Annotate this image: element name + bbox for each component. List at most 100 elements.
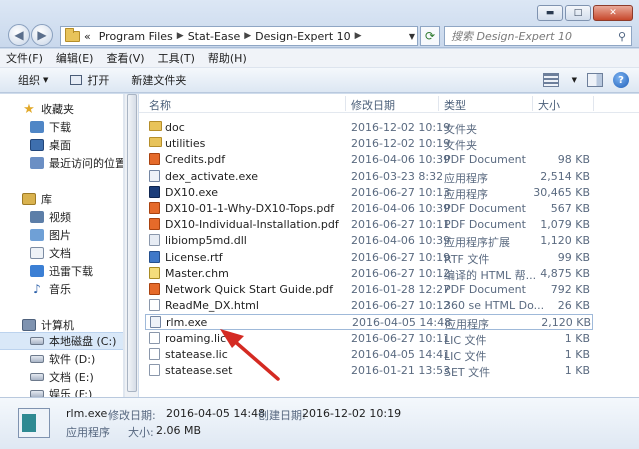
search-input[interactable]: 搜索 Design-Expert 10: [451, 28, 613, 44]
column-type[interactable]: 类型: [444, 97, 466, 113]
search-box[interactable]: 搜索 Design-Expert 10 ⚲: [444, 26, 632, 46]
file-name: statease.lic: [165, 347, 228, 361]
file-name: libiomp5md.dll: [165, 234, 247, 248]
column-date[interactable]: 修改日期: [351, 97, 395, 113]
chevron-down-icon[interactable]: ▼: [572, 76, 577, 84]
nav-videos[interactable]: 视频: [30, 208, 71, 226]
close-button[interactable]: ✕: [593, 5, 633, 21]
organize-label: 组织: [18, 74, 40, 87]
nav-drive-e[interactable]: 文档 (E:): [30, 368, 94, 386]
column-divider[interactable]: [438, 96, 439, 111]
file-date: 2016-06-27 10:19: [351, 250, 451, 264]
nav-downloads[interactable]: 下载: [30, 118, 71, 136]
nav-desktop[interactable]: 桌面: [30, 136, 71, 154]
file-row[interactable]: rlm.exe 2016-04-05 14:48 应用程序 2,120 KB: [145, 314, 593, 331]
open-button[interactable]: 打开: [70, 72, 109, 88]
forward-button[interactable]: ▶: [31, 24, 53, 46]
back-button[interactable]: ◀: [8, 24, 30, 46]
help-icon[interactable]: ?: [613, 72, 629, 88]
file-row[interactable]: libiomp5md.dll 2016-04-06 10:39 应用程序扩展 1,12…: [145, 233, 593, 249]
pdf-file-icon: [149, 283, 160, 295]
navigation-pane: ★ 收藏夹 下载 桌面 最近访问的位置 库 视频 图片 文档 迅雷下载 ♪ 音乐…: [0, 94, 124, 397]
address-bar[interactable]: « Program Files ▶ Stat-Ease ▶ Design-Exp…: [60, 26, 418, 46]
picture-icon: [30, 229, 44, 241]
maximize-button[interactable]: □: [565, 5, 591, 21]
file-row[interactable]: DX10-Individual-Installation.pdf 2016-06-…: [145, 217, 593, 233]
nav-label: 迅雷下载: [49, 265, 93, 278]
pdf-file-icon: [149, 153, 160, 166]
file-row[interactable]: doc 2016-12-02 10:19 文件夹: [145, 120, 593, 136]
download-folder-icon: [30, 121, 44, 133]
column-divider[interactable]: [532, 96, 533, 111]
column-name[interactable]: 名称: [149, 97, 171, 113]
column-divider[interactable]: [593, 96, 594, 111]
file-row[interactable]: DX10-01-1-Why-DX10-Tops.pdf 2016-04-06 10…: [145, 201, 593, 217]
breadcrumb-stat-ease[interactable]: Stat-Ease: [188, 30, 241, 43]
breadcrumb-separator-icon[interactable]: ▶: [177, 31, 184, 41]
file-row[interactable]: roaming.lic 2016-06-27 10:11 LIC 文件 1 KB: [145, 331, 593, 347]
file-date: 2016-03-23 8:32: [351, 169, 444, 183]
column-divider[interactable]: [345, 96, 346, 111]
file-size: 2,120 KB: [541, 316, 591, 330]
menu-tools[interactable]: 工具(T): [158, 50, 195, 66]
search-icon[interactable]: ⚲: [613, 30, 631, 43]
nav-thunder[interactable]: 迅雷下载: [30, 262, 93, 280]
exe-file-icon: [149, 169, 160, 182]
nav-music[interactable]: ♪ 音乐: [30, 280, 71, 298]
new-folder-button[interactable]: 新建文件夹: [131, 72, 186, 88]
column-header: 名称 修改日期 类型 大小: [139, 94, 639, 113]
file-type: SET 文件: [444, 366, 491, 379]
nav-pictures[interactable]: 图片: [30, 226, 71, 244]
file-list: 名称 修改日期 类型 大小 doc 2016-12-02 10:19 文件夹 util…: [139, 94, 639, 397]
view-options-icon[interactable]: [542, 73, 559, 87]
file-row[interactable]: statease.lic 2016-04-05 14:41 LIC 文件 1 KB: [145, 347, 593, 363]
breadcrumb-separator-icon[interactable]: ▶: [244, 31, 251, 41]
breadcrumb-design-expert[interactable]: Design-Expert 10: [255, 30, 351, 43]
nav-drive-c[interactable]: 本地磁盘 (C:): [0, 332, 123, 350]
column-size[interactable]: 大小: [538, 97, 560, 113]
file-size: 2,514 KB: [540, 169, 590, 183]
file-row[interactable]: ReadMe_DX.html 2016-06-27 10:12 360 se HTM…: [145, 298, 593, 314]
nav-favorites[interactable]: ★ 收藏夹: [22, 100, 74, 118]
minimize-button[interactable]: ▬: [537, 5, 563, 21]
chm-file-icon: [149, 266, 160, 279]
scrollbar-thumb[interactable]: [127, 94, 137, 392]
file-row[interactable]: dex_activate.exe 2016-03-23 8:32 应用程序 2,514…: [145, 169, 593, 185]
breadcrumb-separator-icon[interactable]: ▶: [355, 31, 362, 41]
nav-drive-d[interactable]: 软件 (D:): [30, 350, 95, 368]
file-row[interactable]: statease.set 2016-01-21 13:53 SET 文件 1 KB: [145, 363, 593, 379]
file-date: 2016-04-06 10:39: [351, 153, 451, 167]
refresh-button[interactable]: ⟳: [420, 26, 440, 46]
address-dropdown-button[interactable]: ▼: [406, 27, 418, 45]
menu-view[interactable]: 查看(V): [106, 50, 144, 66]
detail-modified-label: 修改日期:: [108, 409, 156, 422]
file-row[interactable]: Master.chm 2016-06-27 10:12 编译的 HTML 帮... 4…: [145, 266, 593, 282]
preview-pane-icon[interactable]: [587, 73, 603, 87]
file-row[interactable]: Credits.pdf 2016-04-06 10:39 PDF Document 9…: [145, 152, 593, 168]
file-row[interactable]: DX10.exe 2016-06-27 10:13 应用程序 30,465 KB: [145, 185, 593, 201]
drive-icon: [30, 390, 44, 397]
navigation-scrollbar[interactable]: [124, 94, 138, 397]
nav-documents[interactable]: 文档: [30, 244, 71, 262]
thunder-download-icon: [30, 265, 44, 277]
file-row[interactable]: utilities 2016-12-02 10:19 文件夹: [145, 136, 593, 152]
breadcrumb-program-files[interactable]: Program Files: [99, 30, 173, 43]
menu-file[interactable]: 文件(F): [6, 50, 43, 66]
file-name: DX10-Individual-Installation.pdf: [165, 218, 339, 232]
file-row[interactable]: Network Quick Start Guide.pdf 2016-01-28 …: [145, 282, 593, 298]
menu-bar: 文件(F) 编辑(E) 查看(V) 工具(T) 帮助(H): [0, 49, 639, 68]
nav-libraries[interactable]: 库: [22, 190, 52, 208]
organize-button[interactable]: 组织 ▼: [18, 72, 48, 88]
breadcrumb-overflow[interactable]: «: [84, 30, 91, 43]
menu-edit[interactable]: 编辑(E): [56, 50, 94, 66]
detail-size-label: 大小:: [128, 426, 154, 439]
nav-recent[interactable]: 最近访问的位置: [30, 154, 124, 172]
file-size: 30,465 KB: [533, 185, 590, 199]
nav-label: 最近访问的位置: [49, 157, 124, 170]
file-row[interactable]: License.rtf 2016-06-27 10:19 RTF 文件 99 KB: [145, 250, 593, 266]
nav-drive-f[interactable]: 娱乐 (F:): [30, 385, 92, 397]
menu-help[interactable]: 帮助(H): [208, 50, 247, 66]
file-date: 2016-06-27 10:11: [351, 331, 451, 345]
file-name: statease.set: [165, 364, 233, 377]
pdf-file-icon: [149, 218, 160, 231]
